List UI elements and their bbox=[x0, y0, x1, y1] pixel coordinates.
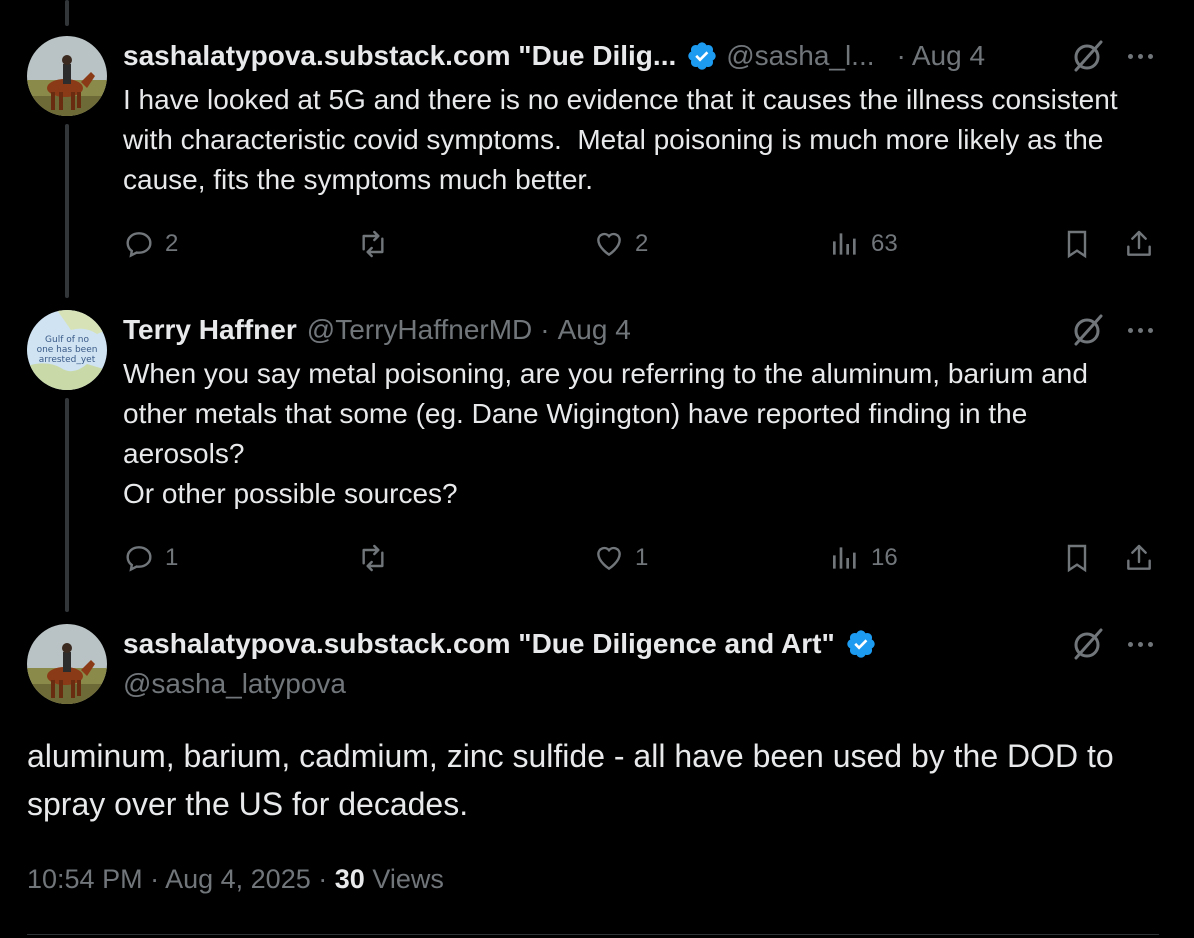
verified-badge-icon bbox=[686, 40, 718, 72]
tweet-date[interactable]: Aug 4, 2025 bbox=[165, 864, 311, 894]
view-count: 63 bbox=[871, 230, 898, 257]
retweet-button[interactable] bbox=[357, 538, 399, 578]
bookmark-button[interactable] bbox=[1061, 224, 1103, 264]
divider bbox=[27, 934, 1159, 935]
retweet-button[interactable] bbox=[357, 224, 399, 264]
main-tweet-text: aluminum, barium, cadmium, zinc sulfide … bbox=[27, 738, 1114, 822]
retweet-icon bbox=[362, 230, 384, 258]
tweet-1-actions: 2 2 63 bbox=[123, 224, 1163, 264]
reply-count: 2 bbox=[165, 230, 179, 257]
author-handle[interactable]: @sasha_latypova bbox=[123, 668, 346, 700]
main-tweet-handle-row: @sasha_latypova bbox=[123, 666, 346, 702]
views-button[interactable]: 63 bbox=[829, 224, 898, 264]
svg-text:one has been: one has been bbox=[37, 345, 98, 355]
share-button[interactable] bbox=[1123, 538, 1165, 578]
separator: · bbox=[318, 864, 328, 894]
views-icon bbox=[833, 547, 856, 569]
bookmark-button[interactable] bbox=[1061, 538, 1103, 578]
reply-count: 1 bbox=[165, 544, 179, 571]
views-label: Views bbox=[372, 864, 444, 894]
like-button[interactable]: 2 bbox=[593, 224, 648, 264]
reply-button[interactable]: 2 bbox=[123, 224, 178, 264]
verified-badge-icon bbox=[845, 628, 877, 660]
grok-icon[interactable] bbox=[1070, 626, 1106, 662]
author-name[interactable]: sashalatypova.substack.com "Due Diligenc… bbox=[123, 628, 835, 660]
like-icon bbox=[597, 546, 621, 571]
tweet-date[interactable]: Aug 4 bbox=[912, 40, 985, 72]
svg-text:arrested_yet: arrested_yet bbox=[39, 355, 96, 365]
tweet-2-actions: 1 1 16 bbox=[123, 538, 1163, 578]
tweet-text: I have looked at 5G and there is no evid… bbox=[123, 84, 1126, 195]
bookmark-icon bbox=[1067, 230, 1087, 259]
tweet-1-header: sashalatypova.substack.com "Due Dilig...… bbox=[123, 38, 985, 74]
more-icon[interactable] bbox=[1122, 626, 1158, 662]
separator: · bbox=[150, 864, 160, 894]
author-handle[interactable]: @TerryHaffnerMD bbox=[307, 314, 533, 346]
view-count: 16 bbox=[871, 544, 898, 571]
retweet-icon bbox=[362, 544, 384, 572]
author-name[interactable]: sashalatypova.substack.com "Due Dilig... bbox=[123, 40, 676, 72]
bookmark-icon bbox=[1067, 544, 1087, 573]
avatar[interactable] bbox=[27, 36, 107, 116]
tweet-2-header: Terry Haffner @TerryHaffnerMD · Aug 4 bbox=[123, 312, 631, 348]
separator: · bbox=[896, 40, 906, 71]
share-icon bbox=[1127, 230, 1151, 256]
author-name[interactable]: Terry Haffner bbox=[123, 314, 297, 346]
avatar[interactable] bbox=[27, 624, 107, 704]
views-button[interactable]: 16 bbox=[829, 538, 898, 578]
svg-text:Gulf of no: Gulf of no bbox=[45, 335, 89, 345]
reply-icon bbox=[126, 232, 152, 258]
share-icon bbox=[1127, 544, 1151, 570]
grok-icon[interactable] bbox=[1070, 312, 1106, 348]
views-count: 30 bbox=[334, 864, 365, 894]
main-tweet-header: sashalatypova.substack.com "Due Diligenc… bbox=[123, 626, 885, 662]
author-handle[interactable]: @sasha_l... bbox=[726, 40, 874, 72]
like-count: 1 bbox=[635, 544, 649, 571]
reply-button[interactable]: 1 bbox=[123, 538, 178, 578]
tweet-meta: 10:54 PM · Aug 4, 2025 · 30 Views bbox=[27, 864, 444, 895]
grok-icon[interactable] bbox=[1070, 38, 1106, 74]
views-icon bbox=[833, 233, 856, 255]
tweet-time[interactable]: 10:54 PM bbox=[27, 864, 143, 894]
like-icon bbox=[597, 232, 621, 257]
more-icon[interactable] bbox=[1122, 38, 1158, 74]
tweet-date[interactable]: Aug 4 bbox=[558, 314, 631, 346]
more-icon[interactable] bbox=[1122, 312, 1158, 348]
separator: · bbox=[540, 314, 550, 345]
like-count: 2 bbox=[635, 230, 649, 257]
share-button[interactable] bbox=[1123, 224, 1165, 264]
thread-line-1 bbox=[65, 124, 69, 298]
like-button[interactable]: 1 bbox=[593, 538, 648, 578]
reply-icon bbox=[126, 546, 152, 572]
avatar[interactable]: Gulf of no one has been arrested_yet bbox=[27, 310, 107, 390]
tweet-text: When you say metal poisoning, are you re… bbox=[123, 358, 1088, 509]
thread-line-2 bbox=[65, 398, 69, 612]
thread-line-top bbox=[65, 0, 69, 26]
